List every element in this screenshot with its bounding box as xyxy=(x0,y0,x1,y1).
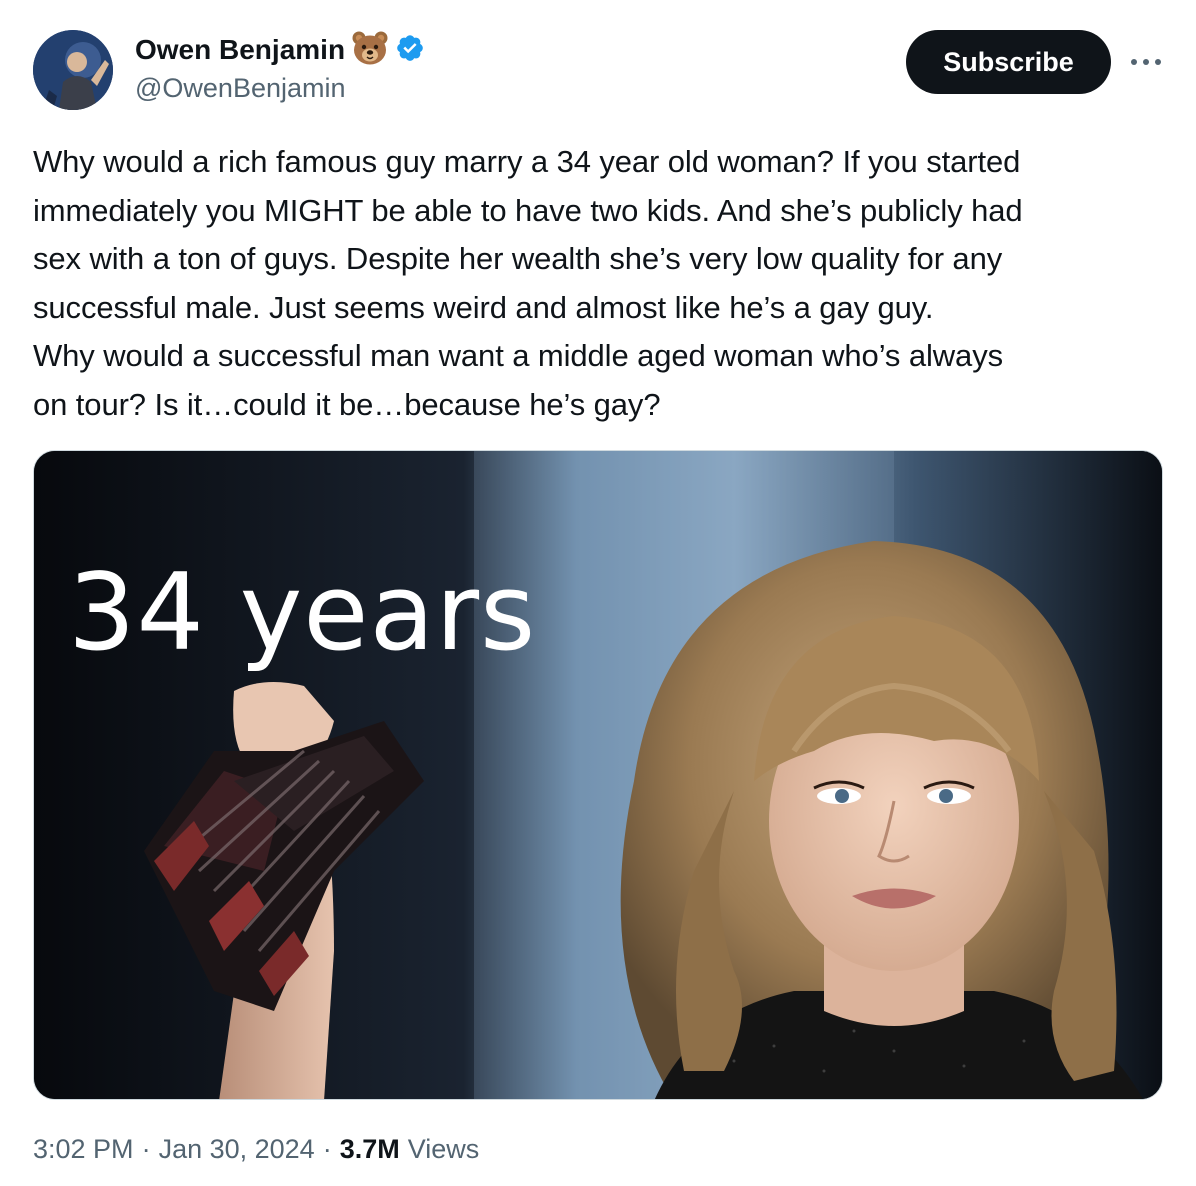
tweet-text-line: sex with a ton of guys. Despite her weal… xyxy=(33,241,1003,276)
subscribe-button[interactable]: Subscribe xyxy=(906,30,1111,94)
author-name-row[interactable]: Owen Benjamin xyxy=(135,30,425,70)
tweet-meta: 3:02 PM · Jan 30, 2024 · 3.7M Views xyxy=(33,1134,479,1165)
tweet-text-line: successful male. Just seems weird and al… xyxy=(33,289,934,325)
tweet-text-line: immediately you MIGHT be able to have tw… xyxy=(33,192,1023,228)
bear-emoji-icon xyxy=(351,30,389,71)
verified-badge-icon[interactable] xyxy=(395,33,425,68)
image-overlay-text: 34 years xyxy=(68,551,537,674)
tweet-text-line: Why would a rich famous guy marry a 34 y… xyxy=(33,144,1021,179)
tweet-time[interactable]: 3:02 PM xyxy=(33,1134,134,1165)
author-display-name[interactable]: Owen Benjamin xyxy=(135,34,345,66)
author-handle[interactable]: @OwenBenjamin xyxy=(135,73,346,104)
photo-woman-blonde-bangs-holding-award-icon xyxy=(34,451,1162,1099)
tweet-media-image[interactable]: 34 years xyxy=(33,450,1163,1100)
tweet-text-line: Why would a successful man want a middle… xyxy=(33,338,1003,373)
tweet-text: Why would a rich famous guy marry a 34 y… xyxy=(33,138,1173,429)
meta-separator: · xyxy=(141,1134,151,1164)
more-horizontal-icon[interactable] xyxy=(1128,52,1164,72)
author-avatar[interactable] xyxy=(33,30,113,110)
tweet-text-line: on tour? Is it…could it be…because he’s … xyxy=(33,386,661,422)
views-label: Views xyxy=(407,1134,480,1164)
user-avatar-photo-icon xyxy=(33,30,113,110)
tweet-date[interactable]: Jan 30, 2024 xyxy=(159,1134,315,1165)
views-count[interactable]: 3.7M xyxy=(340,1134,400,1165)
meta-separator: · xyxy=(322,1134,332,1164)
